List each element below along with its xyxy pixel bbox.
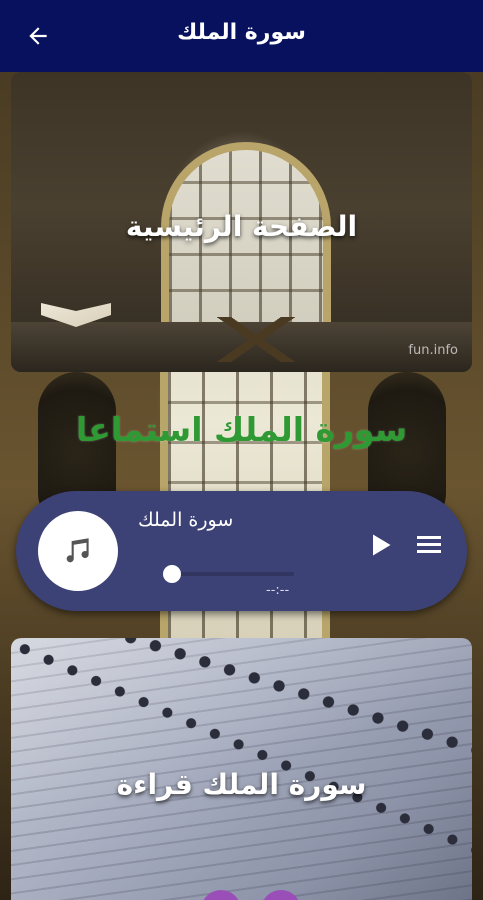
seek-bar[interactable] [166, 572, 294, 576]
track-title: سورة الملك [138, 509, 234, 531]
open-book-image [41, 303, 111, 327]
playlist-menu-button[interactable] [416, 533, 442, 555]
decorative-bubbles [201, 890, 311, 900]
watermark: fun.info [408, 343, 458, 358]
book-stand-image [216, 317, 296, 362]
home-card-label: الصفحة الرئيسية [125, 210, 358, 243]
page-title: سورة الملك [177, 20, 306, 45]
audio-player: سورة الملك --:-- [16, 491, 467, 611]
play-button[interactable] [366, 531, 394, 559]
read-card-label: سورة الملك قراءة [116, 768, 367, 801]
home-card[interactable]: الصفحة الرئيسية fun.info [11, 72, 472, 372]
time-display: --:-- [266, 583, 290, 598]
app-bar: سورة الملك [0, 0, 483, 72]
music-note-icon [66, 538, 89, 563]
read-card[interactable]: سورة الملك قراءة [11, 638, 472, 900]
track-artwork [38, 511, 118, 591]
seek-thumb[interactable] [163, 565, 181, 583]
menu-icon [417, 536, 441, 553]
play-icon [373, 534, 391, 556]
listen-heading: سورة الملك استماعا [75, 410, 408, 449]
